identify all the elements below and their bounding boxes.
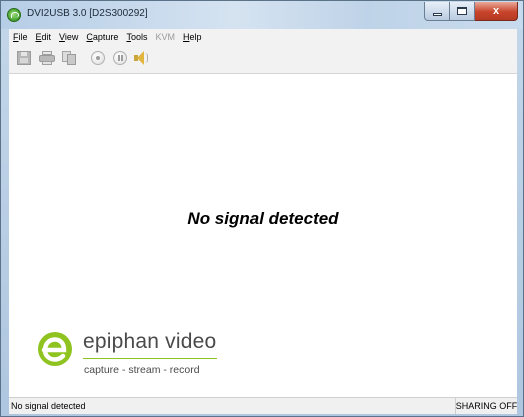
menu-view[interactable]: View (55, 32, 82, 42)
menu-file[interactable]: File (9, 32, 32, 42)
logo-tagline: capture - stream - record (84, 364, 200, 376)
epiphan-logo-icon (38, 332, 72, 366)
menu-edit[interactable]: Edit (32, 32, 56, 42)
print-icon[interactable] (39, 51, 55, 65)
copy-icon[interactable] (62, 51, 76, 65)
logo-wordmark: epiphan video (83, 330, 217, 353)
app-icon[interactable] (7, 8, 21, 22)
menu-help[interactable]: Help (179, 32, 206, 42)
minimize-button[interactable] (424, 2, 450, 21)
save-icon[interactable] (17, 51, 31, 65)
video-display: No signal detected epiphan video capture… (9, 74, 517, 397)
maximize-button[interactable] (450, 2, 475, 21)
close-icon: x (492, 5, 500, 17)
status-signal: No signal detected (11, 401, 86, 411)
window-title: DVI2USB 3.0 [D2S300292] (27, 8, 148, 19)
no-signal-message: No signal detected (187, 209, 339, 228)
maximize-icon (457, 7, 467, 15)
minimize-icon (432, 12, 442, 16)
status-sharing: SHARING OFF (455, 398, 517, 414)
pause-icon[interactable] (113, 51, 127, 65)
logo-divider (83, 358, 217, 359)
menu-capture[interactable]: Capture (82, 32, 122, 42)
caption-buttons: x (424, 2, 518, 21)
status-bar: No signal detected SHARING OFF (9, 397, 517, 414)
app-window: DVI2USB 3.0 [D2S300292] x File Edit View… (0, 0, 524, 417)
menu-tools[interactable]: Tools (122, 32, 151, 42)
record-icon[interactable] (91, 51, 105, 65)
menu-bar: File Edit View Capture Tools KVM Help (9, 29, 517, 44)
speaker-icon[interactable] (133, 50, 148, 66)
close-button[interactable]: x (475, 2, 518, 21)
menu-kvm[interactable]: KVM (151, 32, 179, 42)
title-bar[interactable]: DVI2USB 3.0 [D2S300292] x (1, 1, 523, 29)
toolbar (9, 44, 517, 74)
